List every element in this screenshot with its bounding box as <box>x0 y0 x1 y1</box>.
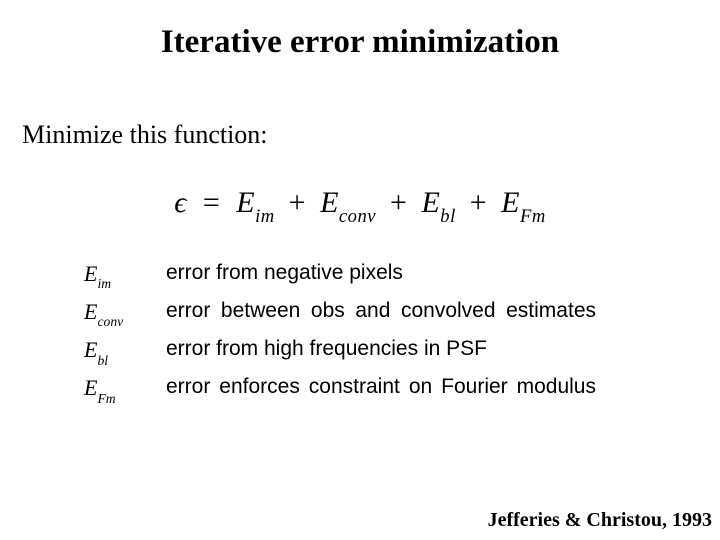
symbol-epsilon: ϵ <box>174 186 187 219</box>
term-EFm: EFm <box>501 186 546 219</box>
definition-text: error from high frequencies in PSF <box>166 334 596 364</box>
slide-subtitle: Minimize this function: <box>22 120 268 150</box>
definition-row: Econv error between obs and convolved es… <box>84 296 596 330</box>
definition-symbol: Eim <box>84 258 166 292</box>
term-definitions: Eim error from negative pixels Econv err… <box>84 258 596 411</box>
slide-title: Iterative error minimization <box>0 24 720 61</box>
definition-text: error from negative pixels <box>166 258 596 288</box>
term-Ebl: Ebl <box>421 186 455 219</box>
equation-block: ϵ = Eim + Econv + Ebl + EFm <box>0 186 720 225</box>
definition-row: Ebl error from high frequencies in PSF <box>84 334 596 368</box>
definition-symbol: EFm <box>84 372 166 406</box>
definition-text: error between obs and convolved estimate… <box>166 296 596 326</box>
term-Econv: Econv <box>320 186 376 219</box>
definition-symbol: Econv <box>84 296 166 330</box>
definition-row: EFm error enforces constraint on Fourier… <box>84 372 596 406</box>
slide: Iterative error minimization Minimize th… <box>0 0 720 540</box>
term-Eim: Eim <box>236 186 274 219</box>
equation: ϵ = Eim + Econv + Ebl + EFm <box>174 186 546 225</box>
citation: Jefferies & Christou, 1993 <box>488 509 712 532</box>
definition-row: Eim error from negative pixels <box>84 258 596 292</box>
definition-text: error enforces constraint on Fourier mod… <box>166 372 596 402</box>
definition-symbol: Ebl <box>84 334 166 368</box>
